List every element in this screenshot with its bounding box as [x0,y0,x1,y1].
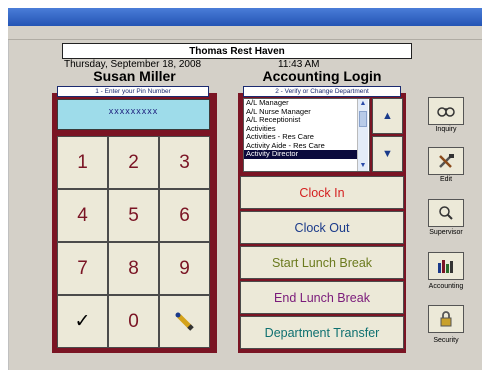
supervisor-button[interactable] [428,199,464,227]
key-6[interactable]: 6 [159,189,210,242]
accounting-button[interactable] [428,252,464,280]
key-2[interactable]: 2 [108,136,159,189]
edit-label: Edit [439,176,453,183]
department-item[interactable]: A/L Nurse Manager [244,108,358,117]
department-item-selected[interactable]: Activity Director [244,150,358,159]
scroll-up-icon[interactable]: ▲ [358,99,368,109]
inquiry-button[interactable] [428,97,464,125]
department-item[interactable]: A/L Manager [244,99,358,108]
key-8[interactable]: 8 [108,242,159,295]
department-list[interactable]: A/L Manager A/L Nurse Manager A/L Recept… [243,98,370,172]
department-item[interactable]: Activities [244,125,358,134]
department-item[interactable]: A/L Receptionist [244,116,358,125]
department-transfer-button[interactable]: Department Transfer [240,316,404,349]
security-button[interactable] [428,305,464,333]
inquiry-label: Inquiry [435,126,457,133]
edit-button[interactable] [428,147,464,175]
scroll-down-icon[interactable]: ▼ [358,161,368,171]
accounting-label: Accounting [428,283,464,290]
pin-prompt: 1 - Enter your Pin Number [57,86,209,97]
supervisor-label: Supervisor [429,229,463,236]
key-7[interactable]: 7 [57,242,108,295]
title-bar [8,8,482,26]
key-9[interactable]: 9 [159,242,210,295]
end-lunch-button[interactable]: End Lunch Break [240,281,404,314]
security-label: Security [433,337,459,344]
login-title: Accounting Login [262,68,382,84]
magnifier-icon [439,206,453,220]
key-4[interactable]: 4 [57,189,108,242]
department-up-button[interactable]: ▲ [372,98,403,134]
menu-strip [8,26,482,40]
employee-name: Susan Miller [93,68,176,84]
key-5[interactable]: 5 [108,189,159,242]
eraser-icon [175,312,194,331]
arrow-up-icon: ▲ [382,110,393,122]
key-clear[interactable] [159,295,210,348]
binoculars-icon [437,107,455,117]
padlock-icon [440,311,452,327]
department-item[interactable]: Activities - Res Care [244,133,358,142]
department-scrollbar[interactable]: ▲ ▼ [357,99,368,171]
pin-field[interactable]: xxxxxxxxx [57,99,210,130]
facility-title: Thomas Rest Haven [62,43,412,59]
key-1[interactable]: 1 [57,136,108,189]
ledger-books-icon [438,260,453,273]
arrow-down-icon: ▼ [382,148,393,160]
department-prompt: 2 - Verify or Change Department [243,86,401,97]
department-down-button[interactable]: ▼ [372,136,403,172]
start-lunch-button[interactable]: Start Lunch Break [240,246,404,279]
clock-out-button[interactable]: Clock Out [240,211,404,244]
key-0[interactable]: 0 [108,295,159,348]
key-enter[interactable]: ✓ [57,295,108,348]
key-3[interactable]: 3 [159,136,210,189]
scroll-thumb[interactable] [359,111,367,127]
tools-icon [439,154,454,168]
clock-in-button[interactable]: Clock In [240,176,404,209]
department-item[interactable]: Activity Aide - Res Care [244,142,358,151]
